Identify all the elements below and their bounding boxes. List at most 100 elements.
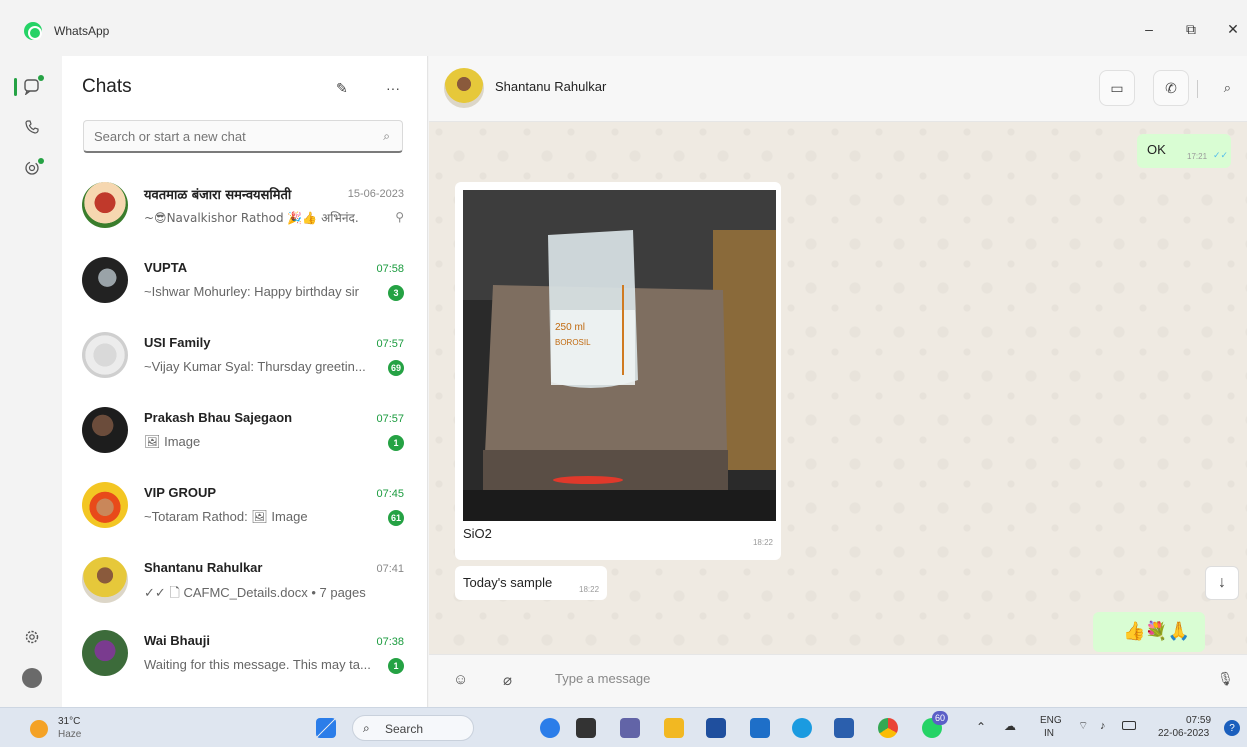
taskbar-search[interactable]: ⌕ Search xyxy=(352,715,474,741)
calls-icon[interactable] xyxy=(22,117,42,137)
edge-icon[interactable] xyxy=(792,718,812,738)
weather-icon[interactable] xyxy=(30,720,48,738)
beaker-brand-label: BOROSIL xyxy=(555,338,591,347)
conversation-pane: Shantanu Rahulkar ▭ ✆ ⌕ OK 17:21 ✓✓ 250 … xyxy=(429,56,1247,707)
search-in-chat-icon[interactable]: ⌕ xyxy=(1224,80,1231,96)
outgoing-message[interactable]: OK 17:21 ✓✓ xyxy=(1137,134,1231,168)
message-input[interactable]: Type a message xyxy=(555,671,650,686)
divider xyxy=(1197,80,1198,98)
battery-icon[interactable] xyxy=(1122,721,1136,730)
new-chat-icon[interactable]: ✎ xyxy=(336,80,348,97)
cloud-icon[interactable]: ☁ xyxy=(1004,719,1016,733)
minimize-button[interactable]: – xyxy=(1134,16,1164,42)
chat-name: Wai Bhauji xyxy=(144,633,210,648)
chat-time: 07:57 xyxy=(376,413,404,425)
volume-icon[interactable]: ♪ xyxy=(1100,720,1106,733)
incoming-message[interactable]: Today's sample 18:22 xyxy=(455,566,607,600)
chat-item[interactable]: Wai Bhauji 07:38 Waiting for this messag… xyxy=(62,630,428,704)
contact-avatar[interactable] xyxy=(444,68,484,108)
unread-badge: 1 xyxy=(388,658,404,674)
whatsapp-logo-icon xyxy=(24,22,42,40)
help-icon[interactable]: ? xyxy=(1224,720,1240,736)
maximize-button[interactable]: ⧉ xyxy=(1176,16,1206,42)
phone-icon: ✆ xyxy=(1165,79,1177,96)
chat-item[interactable]: यवतमाळ बंजारा समन्वयसमिती 15-06-2023 ~😎N… xyxy=(62,182,428,256)
chat-item[interactable]: USI Family 07:57 ~Vijay Kumar Syal: Thur… xyxy=(62,332,428,406)
close-button[interactable]: ✕ xyxy=(1218,16,1247,42)
weather-temp[interactable]: 31°C xyxy=(58,716,80,728)
task-view-icon[interactable] xyxy=(576,718,596,738)
avatar xyxy=(82,630,128,676)
chat-item[interactable]: Shantanu Rahulkar 07:41 ✓✓ 🗋 CAFMC_Detai… xyxy=(62,557,428,631)
chrome-icon[interactable] xyxy=(878,718,898,738)
voice-call-button[interactable]: ✆ xyxy=(1153,70,1189,106)
clock-time[interactable]: 07:59 xyxy=(1186,715,1211,727)
word-icon[interactable] xyxy=(834,718,854,738)
wifi-icon[interactable]: ⌔ xyxy=(1078,720,1088,733)
video-call-button[interactable]: ▭ xyxy=(1099,70,1135,106)
language-code[interactable]: ENG xyxy=(1040,715,1062,727)
profile-icon[interactable] xyxy=(22,668,42,688)
unread-badge: 1 xyxy=(388,435,404,451)
scroll-to-bottom-button[interactable]: ↓ xyxy=(1205,566,1239,600)
avatar xyxy=(82,182,128,228)
start-icon[interactable] xyxy=(316,718,336,738)
chat-item[interactable]: Prakash Bhau Sajegaon 07:57 🖼 Image 1 xyxy=(62,407,428,481)
message-time: 17:21 xyxy=(1187,152,1208,161)
avatar xyxy=(82,482,128,528)
contact-name[interactable]: Shantanu Rahulkar xyxy=(495,79,606,94)
avatar xyxy=(82,557,128,603)
search-box[interactable]: ⌕ xyxy=(83,120,403,153)
attach-icon[interactable]: ⌀ xyxy=(503,671,512,689)
incoming-image-message[interactable]: 250 ml BOROSIL SiO2 18:22 xyxy=(455,182,781,560)
outgoing-message[interactable]: 👍💐🙏 xyxy=(1093,612,1205,652)
store-icon[interactable] xyxy=(706,718,726,738)
more-options-icon[interactable]: ··· xyxy=(386,80,400,96)
mail-icon[interactable] xyxy=(750,718,770,738)
emoji-message: 👍💐🙏 xyxy=(1123,621,1191,642)
unread-badge: 3 xyxy=(388,285,404,301)
chat-name: VIP GROUP xyxy=(144,485,217,500)
status-dot xyxy=(38,158,44,164)
message-area[interactable]: OK 17:21 ✓✓ 250 ml BOROSIL SiO2 18:22 To… xyxy=(429,122,1247,654)
windows-taskbar: 31°C Haze ⌕ Search 60 ⌃ ☁ ENG IN ⌔ ♪ 07:… xyxy=(0,707,1247,747)
chat-preview: ~😎Navalkishor Rathod 🎉👍 अभिनंद... xyxy=(144,211,359,225)
chat-time: 07:38 xyxy=(376,636,404,648)
chats-heading: Chats xyxy=(82,76,132,97)
microphone-icon[interactable]: 🎙 xyxy=(1217,671,1234,687)
bing-icon[interactable] xyxy=(540,718,560,738)
read-ticks-icon: ✓✓ xyxy=(1213,150,1229,160)
chat-time: 07:41 xyxy=(376,563,404,575)
chat-preview: ✓✓ 🗋 CAFMC_Details.docx • 7 pages xyxy=(144,585,366,600)
message-text: OK xyxy=(1147,142,1166,157)
emoji-icon[interactable]: ☺ xyxy=(453,671,468,688)
pin-icon: ⚲ xyxy=(395,210,404,224)
teams-icon[interactable] xyxy=(620,718,640,738)
arrow-down-icon: ↓ xyxy=(1218,574,1226,591)
chat-preview: Waiting for this message. This may ta... xyxy=(144,657,371,672)
chat-item[interactable]: VUPTA 07:58 ~Ishwar Mohurley: Happy birt… xyxy=(62,257,428,331)
app-title: WhatsApp xyxy=(54,24,110,38)
file-explorer-icon[interactable] xyxy=(664,718,684,738)
search-icon: ⌕ xyxy=(363,721,370,735)
chat-time: 07:57 xyxy=(376,338,404,350)
chat-time: 07:58 xyxy=(376,263,404,275)
image-attachment[interactable]: 250 ml BOROSIL xyxy=(463,190,776,521)
search-icon[interactable]: ⌕ xyxy=(383,129,390,144)
chat-preview: ~Ishwar Mohurley: Happy birthday sir xyxy=(144,284,359,299)
chat-name: Prakash Bhau Sajegaon xyxy=(144,410,293,425)
notification-badge: 60 xyxy=(932,711,949,725)
chat-preview: ~Totaram Rathod: 🖼 Image xyxy=(144,509,308,524)
chat-item[interactable]: VIP GROUP 07:45 ~Totaram Rathod: 🖼 Image… xyxy=(62,482,428,556)
image-caption: SiO2 xyxy=(463,526,492,541)
settings-icon[interactable] xyxy=(22,627,42,647)
message-composer: ☺ ⌀ Type a message 🎙 xyxy=(429,654,1247,707)
weather-desc: Haze xyxy=(58,729,82,740)
chat-preview: ~Vijay Kumar Syal: Thursday greetin... xyxy=(144,359,366,374)
avatar xyxy=(82,332,128,378)
chat-name: Shantanu Rahulkar xyxy=(144,560,263,575)
chevron-up-icon[interactable]: ⌃ xyxy=(976,720,986,734)
search-input[interactable] xyxy=(94,129,354,144)
unread-badge: 69 xyxy=(387,360,404,376)
beaker-capacity-label: 250 ml xyxy=(555,322,585,333)
